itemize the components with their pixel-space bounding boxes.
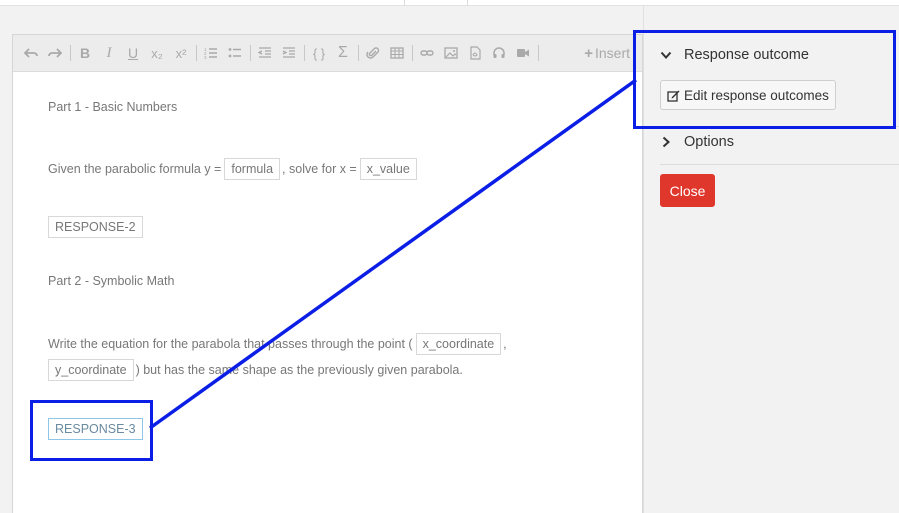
edit-icon: [667, 90, 680, 102]
insert-button[interactable]: + Insert: [584, 45, 630, 62]
question2-text-b: ) but has the same shape as the previous…: [135, 363, 463, 377]
attachment-icon[interactable]: [363, 42, 383, 64]
rich-text-editor[interactable]: B I U x₂ x² 123 { } Σ + Insert Part 1 - …: [12, 34, 643, 513]
image-icon[interactable]: [441, 42, 461, 64]
toolbar-separator: [538, 45, 539, 61]
part2-title: Part 2 - Symbolic Math: [48, 274, 174, 288]
toolbar-separator: [412, 45, 413, 61]
plus-icon: +: [584, 44, 593, 62]
response-chip-x-coordinate[interactable]: x_coordinate: [415, 333, 502, 355]
question2-comma: ,: [503, 337, 507, 351]
editor-toolbar: B I U x₂ x² 123 { } Σ + Insert: [13, 35, 642, 72]
part1-title-text: Part 1 - Basic Numbers: [48, 100, 178, 114]
pdf-icon[interactable]: [465, 42, 485, 64]
response-chip-y-coordinate[interactable]: y_coordinate: [48, 359, 134, 381]
toolbar-separator: [250, 45, 251, 61]
link-icon[interactable]: [417, 42, 437, 64]
bold-icon[interactable]: B: [75, 42, 95, 64]
question1-line: Given the parabolic formula y = formula …: [48, 158, 419, 180]
question2-line-1: Write the equation for the parabola that…: [48, 333, 507, 355]
unordered-list-icon[interactable]: [225, 42, 245, 64]
svg-text:3: 3: [204, 55, 207, 60]
response-chip-response-2[interactable]: RESPONSE-2: [48, 216, 143, 238]
sigma-icon[interactable]: Σ: [333, 42, 353, 64]
redo-icon[interactable]: [45, 42, 65, 64]
undo-icon[interactable]: [21, 42, 41, 64]
italic-icon[interactable]: I: [99, 42, 119, 64]
toolbar-separator: [358, 45, 359, 61]
section-divider: [660, 164, 899, 165]
part1-title: Part 1 - Basic Numbers: [48, 100, 177, 114]
audio-icon[interactable]: [489, 42, 509, 64]
response-outcome-section-header[interactable]: Response outcome: [660, 47, 899, 63]
response-3-line: RESPONSE-3: [48, 418, 143, 440]
response-outcome-label: Response outcome: [684, 47, 809, 63]
chevron-right-icon: [662, 136, 670, 148]
top-strip-divider: [404, 0, 405, 6]
toolbar-separator: [196, 45, 197, 61]
response-chip-x-value[interactable]: x_value: [359, 158, 417, 180]
edit-response-outcomes-label: Edit response outcomes: [684, 87, 829, 103]
subscript-icon[interactable]: x₂: [147, 42, 167, 64]
response-2-line: RESPONSE-2: [48, 216, 143, 238]
indent-icon[interactable]: [279, 42, 299, 64]
edit-response-outcomes-button[interactable]: Edit response outcomes: [660, 80, 836, 110]
response-chip-response-3[interactable]: RESPONSE-3: [48, 418, 143, 440]
options-section-header[interactable]: Options: [660, 134, 899, 150]
top-strip-divider: [467, 0, 468, 6]
question1-text-b: , solve for x =: [282, 162, 357, 176]
section-divider: [660, 126, 899, 127]
close-button[interactable]: Close: [660, 174, 715, 207]
video-icon[interactable]: [513, 42, 533, 64]
toolbar-separator: [304, 45, 305, 61]
superscript-icon[interactable]: x²: [171, 42, 191, 64]
chevron-down-icon: [660, 51, 672, 59]
response-chip-formula[interactable]: formula: [224, 158, 281, 180]
insert-label: Insert: [594, 45, 630, 61]
options-label: Options: [684, 134, 734, 150]
underline-icon[interactable]: U: [123, 42, 143, 64]
settings-panel: Response outcome Edit response outcomes …: [643, 6, 899, 513]
page: B I U x₂ x² 123 { } Σ + Insert Part 1 - …: [0, 0, 899, 513]
code-icon[interactable]: { }: [309, 42, 329, 64]
question2-line-2: y_coordinate ) but has the same shape as…: [48, 359, 463, 381]
question2-text: Write the equation for the parabola that…: [48, 337, 413, 351]
table-icon[interactable]: [387, 42, 407, 64]
ordered-list-icon[interactable]: 123: [201, 42, 221, 64]
question1-text: Given the parabolic formula y =: [48, 162, 222, 176]
part2-title-text: Part 2 - Symbolic Math: [48, 274, 175, 288]
outdent-icon[interactable]: [255, 42, 275, 64]
toolbar-separator: [70, 45, 71, 61]
